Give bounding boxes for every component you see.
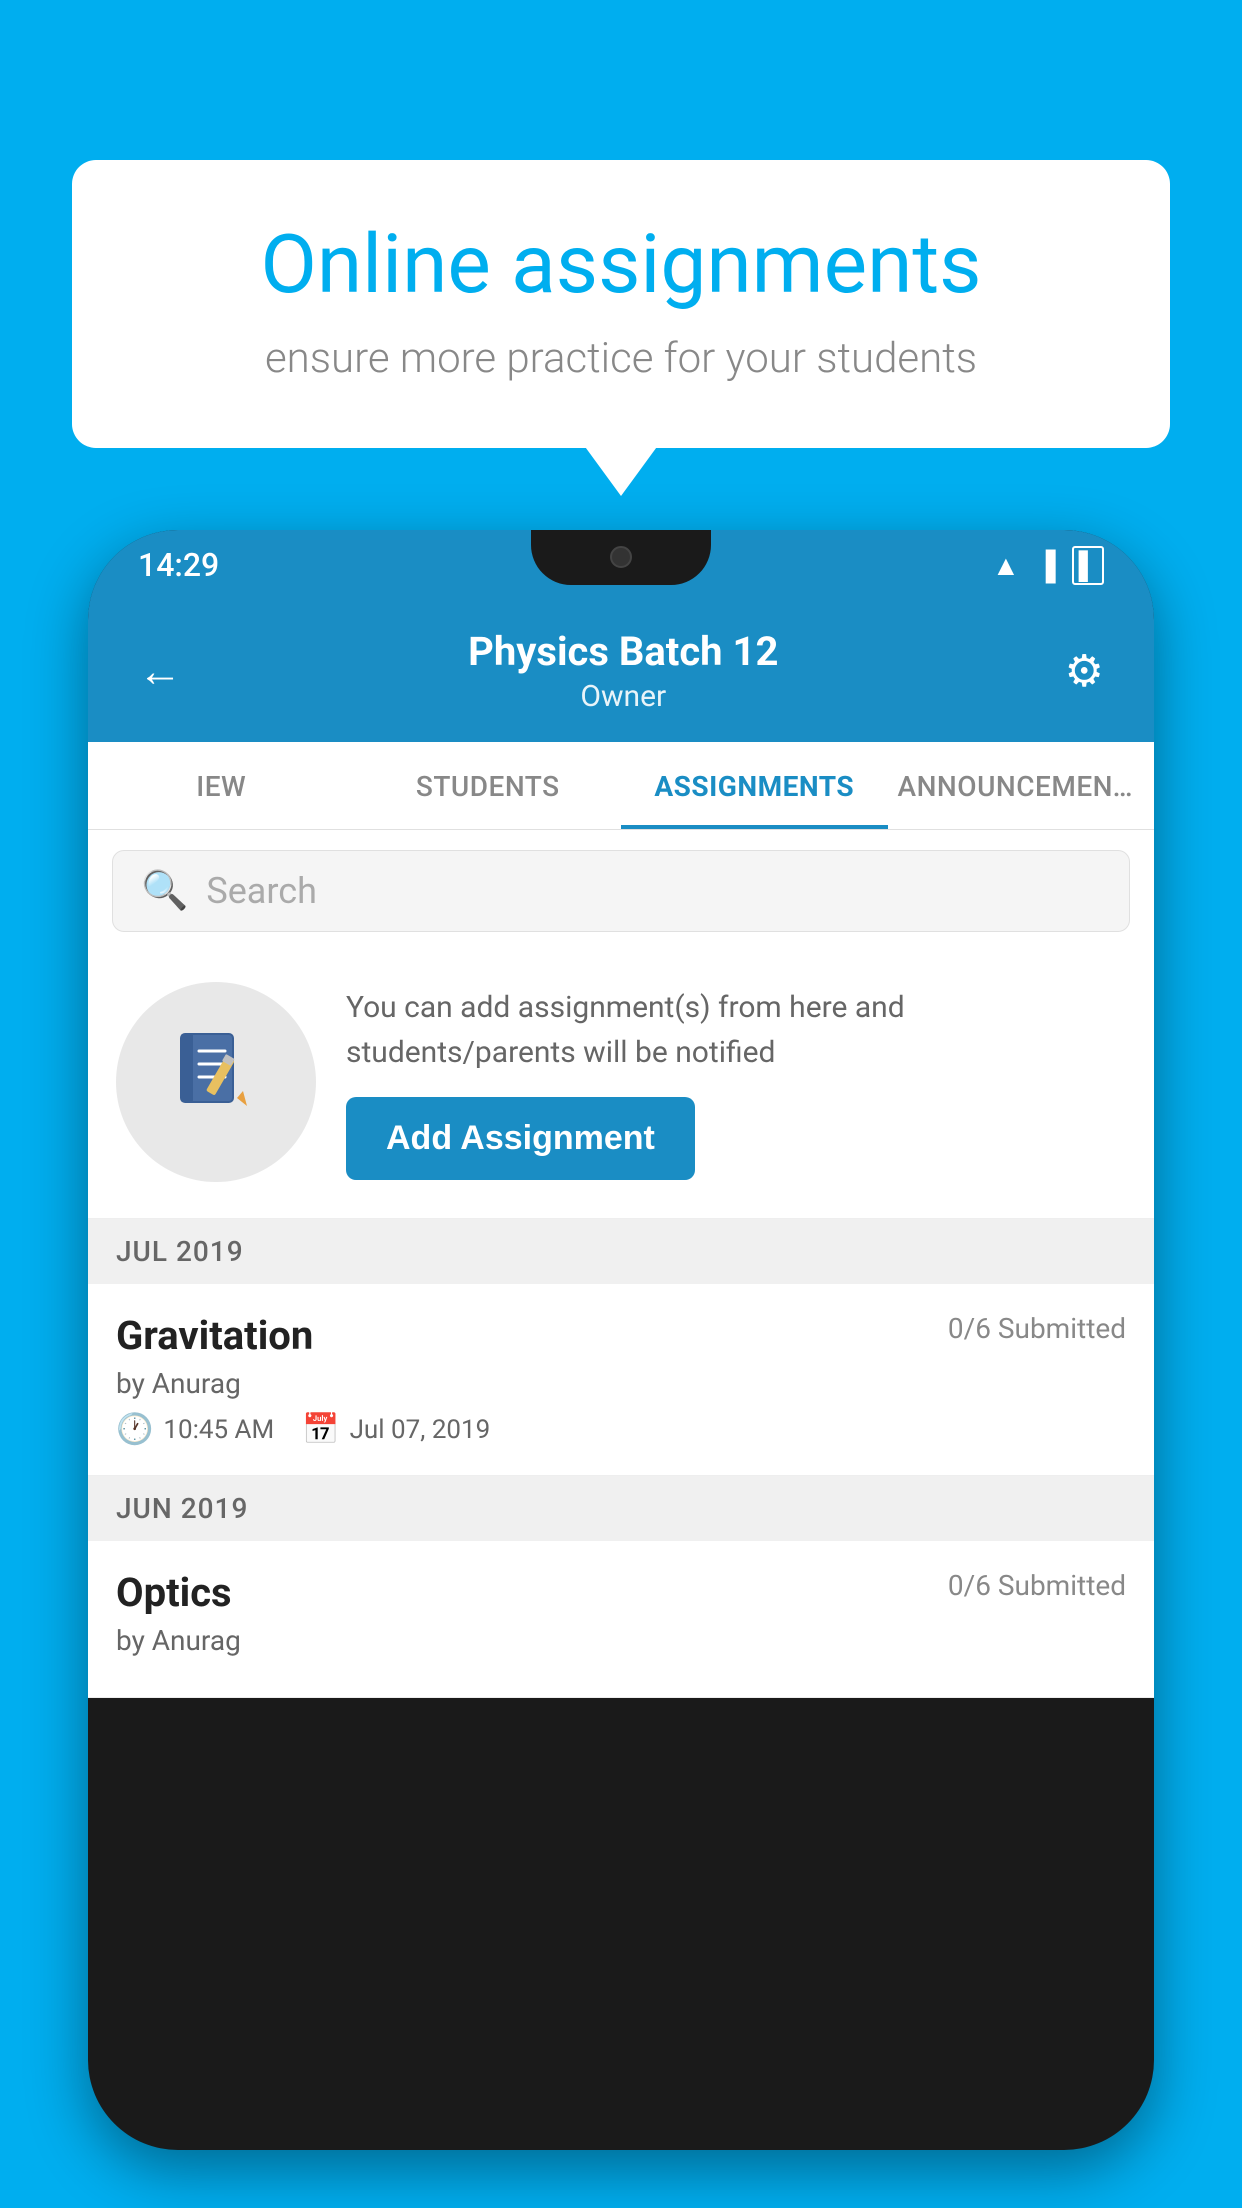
promo-content: You can add assignment(s) from here and …: [346, 985, 1126, 1180]
gear-icon[interactable]: ⚙: [1065, 645, 1104, 697]
assignment-submitted-gravitation: 0/6 Submitted: [948, 1312, 1126, 1345]
assignment-date-gravitation: 📅 Jul 07, 2019: [302, 1412, 490, 1447]
clock-icon: 🕐: [116, 1412, 153, 1447]
status-time: 14:29: [138, 546, 219, 584]
notebook-icon: [171, 1026, 261, 1138]
header-title-group: Physics Batch 12 Owner: [182, 628, 1065, 714]
assignment-item-optics[interactable]: Optics 0/6 Submitted by Anurag: [88, 1541, 1154, 1698]
add-assignment-button[interactable]: Add Assignment: [346, 1097, 695, 1180]
calendar-icon: 📅: [302, 1412, 339, 1447]
app-header: ← Physics Batch 12 Owner ⚙: [88, 600, 1154, 742]
promo-description: You can add assignment(s) from here and …: [346, 985, 1126, 1075]
assignment-item-gravitation[interactable]: Gravitation 0/6 Submitted by Anurag 🕐 10…: [88, 1284, 1154, 1476]
speech-bubble-container: Online assignments ensure more practice …: [72, 160, 1170, 448]
back-button[interactable]: ←: [138, 645, 182, 697]
tab-announcements[interactable]: ANNOUNCEMENTS: [888, 742, 1155, 829]
assignment-time-value: 10:45 AM: [163, 1415, 274, 1445]
page-background: Online assignments ensure more practice …: [0, 0, 1242, 2208]
bubble-title: Online assignments: [142, 220, 1100, 310]
search-bar[interactable]: 🔍 Search: [112, 850, 1130, 932]
assignment-date-value: Jul 07, 2019: [350, 1415, 491, 1445]
phone-device: 14:29 ▲ ▐ ▌ ← Physics Batch 12: [88, 530, 1154, 2208]
section-header-jun: JUN 2019: [88, 1476, 1154, 1541]
header-subtitle: Owner: [182, 679, 1065, 714]
search-icon: 🔍: [141, 869, 188, 913]
tab-students[interactable]: STUDENTS: [355, 742, 622, 829]
notch-camera: [610, 546, 632, 568]
promo-section: You can add assignment(s) from here and …: [88, 952, 1154, 1219]
section-header-jul: JUL 2019: [88, 1219, 1154, 1284]
header-title: Physics Batch 12: [182, 628, 1065, 675]
wifi-icon: ▲: [992, 549, 1020, 582]
signal-icon: ▐: [1036, 549, 1056, 582]
promo-icon-circle: [116, 982, 316, 1182]
speech-bubble: Online assignments ensure more practice …: [72, 160, 1170, 448]
tab-iew[interactable]: IEW: [88, 742, 355, 829]
phone-frame: 14:29 ▲ ▐ ▌ ← Physics Batch 12: [88, 530, 1154, 2150]
assignment-submitted-optics: 0/6 Submitted: [948, 1569, 1126, 1602]
bubble-subtitle: ensure more practice for your students: [142, 334, 1100, 383]
assignment-top-optics: Optics 0/6 Submitted: [116, 1569, 1126, 1616]
phone-screen: 🔍 Search: [88, 830, 1154, 1698]
status-bar: 14:29 ▲ ▐ ▌: [88, 530, 1154, 600]
assignment-title-gravitation: Gravitation: [116, 1312, 313, 1359]
assignment-title-optics: Optics: [116, 1569, 232, 1616]
assignment-author-gravitation: by Anurag: [116, 1367, 1126, 1400]
search-container: 🔍 Search: [88, 830, 1154, 952]
assignment-meta-gravitation: 🕐 10:45 AM 📅 Jul 07, 2019: [116, 1412, 1126, 1447]
tab-assignments[interactable]: ASSIGNMENTS: [621, 742, 888, 829]
assignment-top: Gravitation 0/6 Submitted: [116, 1312, 1126, 1359]
search-placeholder: Search: [206, 870, 317, 912]
status-icons: ▲ ▐ ▌: [992, 546, 1104, 585]
battery-icon: ▌: [1072, 546, 1104, 585]
tab-bar: IEW STUDENTS ASSIGNMENTS ANNOUNCEMENTS: [88, 742, 1154, 830]
assignment-author-optics: by Anurag: [116, 1624, 1126, 1657]
assignment-time-gravitation: 🕐 10:45 AM: [116, 1412, 274, 1447]
notch: [531, 530, 711, 585]
